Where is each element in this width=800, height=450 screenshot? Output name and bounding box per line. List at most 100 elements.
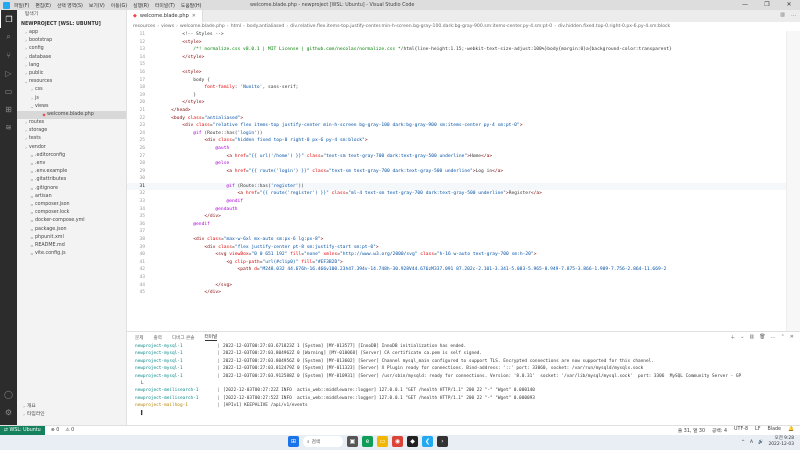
more-actions-icon[interactable]: … xyxy=(771,334,776,341)
tree-folder[interactable]: › public xyxy=(17,70,126,78)
maximize-panel-icon[interactable]: ⌃ xyxy=(781,334,785,341)
volume-icon[interactable]: 🔊 xyxy=(758,440,763,445)
tree-folder[interactable]: › css xyxy=(17,86,126,94)
split-terminal-icon[interactable]: ▥ xyxy=(750,334,755,341)
tree-file[interactable]: ▫ composer.json xyxy=(17,201,126,209)
tab-terminal[interactable]: 터미널 xyxy=(204,334,218,341)
tree-folder[interactable]: › database xyxy=(17,54,126,62)
breadcrumb-item[interactable]: html xyxy=(231,24,241,29)
edge-icon[interactable]: e xyxy=(362,436,373,447)
line-ending[interactable]: LF xyxy=(755,427,760,434)
line-number: 37 xyxy=(139,229,145,235)
project-root[interactable]: NEWPROJECT [WSL: UBUNTU] xyxy=(17,20,126,29)
app-icon[interactable]: ◆ xyxy=(407,436,418,447)
menu-item[interactable]: 보기(V) xyxy=(89,2,105,9)
tree-file[interactable]: ▫ docker-compose.yml xyxy=(17,217,126,225)
tree-folder[interactable]: › config xyxy=(17,45,126,53)
indentation[interactable]: 공백: 4 xyxy=(712,427,727,434)
chrome-icon[interactable]: ◉ xyxy=(392,436,403,447)
tab-problems[interactable]: 문제 xyxy=(135,335,143,341)
trash-icon[interactable]: 🗑 xyxy=(759,334,765,341)
encoding[interactable]: UTF-8 xyxy=(734,427,748,434)
close-button[interactable]: ✕ xyxy=(778,0,800,10)
account-icon[interactable]: ◯ xyxy=(0,385,17,403)
tree-folder[interactable]: › vendor xyxy=(17,144,126,152)
taskbar-search[interactable]: ⌕ 검색 xyxy=(303,436,343,447)
minimize-button[interactable]: — xyxy=(734,0,756,10)
tree-folder[interactable]: › storage xyxy=(17,127,126,135)
tab-welcome-blade[interactable]: ◆ welcome.blade.php ✕ xyxy=(127,10,203,22)
tree-file[interactable]: ▫ artisan xyxy=(17,193,126,201)
tree-file[interactable]: ▫ .gitattributes xyxy=(17,176,126,184)
more-actions-icon[interactable]: … xyxy=(791,12,796,18)
tab-debug-console[interactable]: 디버그 콘솔 xyxy=(172,335,195,341)
breadcrumb-item[interactable]: div.relative.flex.items-top.justify-cent… xyxy=(290,24,552,29)
remote-indicator[interactable]: ⇄ WSL: Ubuntu xyxy=(0,425,45,436)
tree-folder[interactable]: › js xyxy=(17,95,126,103)
code-line: 12 <style> xyxy=(127,39,800,47)
close-panel-icon[interactable]: ✕ xyxy=(790,334,794,341)
errors-count[interactable]: ⊗ 0 xyxy=(51,428,60,433)
tree-file[interactable]: ▫ vite.config.js xyxy=(17,250,126,258)
tree-file[interactable]: ▫ package.json xyxy=(17,226,126,234)
breadcrumb-item[interactable]: welcome.blade.php xyxy=(180,24,225,29)
code-editor[interactable]: 11 <!-- Styles --> 12 <style> 13 /*! norma… xyxy=(127,31,800,331)
remote-explorer-icon[interactable]: ▭ xyxy=(0,82,17,100)
tree-file[interactable]: ▫ phpunit.xml xyxy=(17,234,126,242)
breadcrumb-item[interactable]: views xyxy=(161,24,174,29)
run-debug-icon[interactable]: ▷ xyxy=(0,64,17,82)
vscode-icon[interactable]: ❮ xyxy=(422,436,433,447)
tree-folder[interactable]: › tests xyxy=(17,135,126,143)
tree-file[interactable]: ▫ .editorconfig xyxy=(17,152,126,160)
tree-folder[interactable]: ⌄ views xyxy=(17,103,126,111)
menu-item[interactable]: 선택 영역(S) xyxy=(57,2,83,9)
tree-file[interactable]: ▫ .gitignore xyxy=(17,185,126,193)
minimap[interactable] xyxy=(786,31,800,331)
tree-file[interactable]: ◆ welcome.blade.php xyxy=(17,110,126,120)
search-icon[interactable]: ⌕ xyxy=(0,28,17,46)
tree-folder[interactable]: › routes xyxy=(17,119,126,127)
start-icon[interactable]: ⊞ xyxy=(288,436,299,447)
task-view-icon[interactable]: ▣ xyxy=(347,436,358,447)
menu-item[interactable]: 터미널(T) xyxy=(155,2,175,9)
breadcrumb-item[interactable]: body.antialiased xyxy=(247,24,284,29)
close-icon[interactable]: ✕ xyxy=(192,13,196,19)
explorer-icon[interactable]: ❐ xyxy=(0,10,17,28)
tree-file[interactable]: ▫ composer.lock xyxy=(17,209,126,217)
menu-item[interactable]: 실행(R) xyxy=(133,2,149,9)
menu-item[interactable]: 이동(G) xyxy=(111,2,127,9)
gear-icon[interactable]: ⚙ xyxy=(0,403,17,421)
source-control-icon[interactable]: ⑂ xyxy=(0,46,17,64)
menu-item[interactable]: 도움말(H) xyxy=(181,2,202,9)
tree-folder[interactable]: › app xyxy=(17,29,126,37)
split-editor-icon[interactable]: ▥ xyxy=(780,12,785,18)
tree-folder[interactable]: › lang xyxy=(17,62,126,70)
tree-file[interactable]: ▫ .env.example xyxy=(17,168,126,176)
terminal-icon[interactable]: › xyxy=(437,436,448,447)
breadcrumb-item[interactable]: div.hidden.fixed.top-0.right-0.px-6.py-4… xyxy=(558,24,670,29)
ime-indicator[interactable]: A xyxy=(750,440,753,445)
extensions-icon[interactable]: ⊞ xyxy=(0,100,17,118)
tray-chevron-icon[interactable]: ^ xyxy=(741,440,745,445)
outline-section[interactable]: › 개요 xyxy=(17,403,127,411)
docker-icon[interactable]: ≋ xyxy=(0,118,17,136)
maximize-button[interactable]: ❐ xyxy=(756,0,778,10)
cursor-position[interactable]: 줄 31, 열 30 xyxy=(678,427,705,434)
breadcrumb-item[interactable]: resources xyxy=(133,24,155,29)
tree-file[interactable]: ▫ .env xyxy=(17,160,126,168)
dropdown-icon[interactable]: ⌄ xyxy=(740,334,744,341)
tree-folder[interactable]: › bootstrap xyxy=(17,37,126,45)
tree-folder[interactable]: ⌄ resources xyxy=(17,78,126,86)
new-terminal-icon[interactable]: ＋ xyxy=(730,334,735,341)
tree-file[interactable]: ▫ README.md xyxy=(17,242,126,250)
notifications-icon[interactable]: 🔔 xyxy=(788,427,794,434)
tab-output[interactable]: 출력 xyxy=(153,335,161,341)
explorer-icon[interactable]: ▭ xyxy=(377,436,388,447)
terminal-output[interactable]: newproject-mysql-1 | 2022-12-03T00:27:03.6… xyxy=(127,343,800,417)
menu-item[interactable]: 편집(E) xyxy=(35,2,51,9)
menu-item[interactable]: 파일(F) xyxy=(14,2,29,9)
clock[interactable]: 오전 9:28 2022-12-03 xyxy=(768,436,794,448)
timeline-section[interactable]: › 타임라인 xyxy=(17,411,127,419)
warnings-count[interactable]: ⚠ 0 xyxy=(65,428,74,433)
language-mode[interactable]: Blade xyxy=(767,427,781,434)
